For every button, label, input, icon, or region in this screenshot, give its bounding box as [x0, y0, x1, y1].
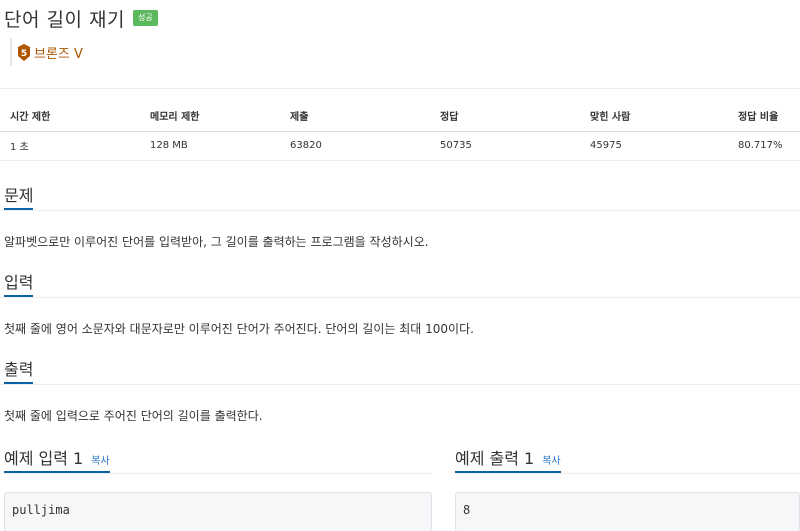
problem-description: 알파벳으로만 이루어진 단어를 입력받아, 그 길이를 출력하는 프로그램을 작… — [4, 235, 429, 249]
sample-output-heading: 예제 출력 1 복사 — [455, 445, 561, 473]
top-divider — [0, 88, 800, 89]
table-row: 1 초 128 MB 63820 50735 45975 80.717% — [0, 131, 800, 161]
value-submissions: 63820 — [280, 131, 430, 161]
sample-output-panel: 예제 출력 1 복사 8 — [455, 446, 800, 531]
output-section: 출력 첫째 줄에 입력으로 주어진 단어의 길이를 출력한다. — [0, 357, 800, 427]
copy-sample-input-button[interactable]: 복사 — [91, 456, 109, 467]
table-header-row: 시간 제한 메모리 제한 제출 정답 맞힌 사람 정답 비율 — [0, 100, 800, 132]
status-badge: 성공 — [132, 10, 158, 26]
sample-output-title: 예제 출력 1 — [455, 449, 535, 468]
tier-info[interactable]: 5 브론즈 V — [10, 38, 83, 66]
header-submissions: 제출 — [280, 100, 430, 132]
header-accepted: 정답 — [430, 100, 580, 132]
value-memory-limit: 128 MB — [140, 131, 280, 161]
title-row: 단어 길이 재기 성공 — [4, 4, 158, 32]
problem-info-table: 시간 제한 메모리 제한 제출 정답 맞힌 사람 정답 비율 1 초 128 M… — [0, 100, 800, 161]
problem-title: 단어 길이 재기 — [4, 8, 125, 31]
input-heading: 입력 — [4, 269, 34, 297]
output-section-header: 출력 — [0, 357, 800, 385]
input-section: 입력 첫째 줄에 영어 소문자와 대문자로만 이루어진 단어가 주어진다. 단어… — [0, 270, 800, 340]
problem-heading: 문제 — [4, 182, 34, 210]
tier-label[interactable]: 브론즈 V — [34, 43, 83, 62]
input-section-header: 입력 — [0, 270, 800, 298]
tier-number: 5 — [21, 49, 27, 59]
copy-sample-output-button[interactable]: 복사 — [542, 456, 560, 467]
value-time-limit: 1 초 — [0, 131, 140, 161]
problem-section: 문제 알파벳으로만 이루어진 단어를 입력받아, 그 길이를 출력하는 프로그램… — [0, 183, 800, 253]
output-description: 첫째 줄에 입력으로 주어진 단어의 길이를 출력한다. — [4, 409, 263, 423]
tier-badge-icon: 5 — [18, 43, 30, 61]
header-time-limit: 시간 제한 — [0, 100, 140, 132]
value-solved-users: 45975 — [580, 131, 728, 161]
output-heading: 출력 — [4, 356, 34, 384]
sample-input-box[interactable]: pulljima — [4, 492, 432, 531]
header-accept-ratio: 정답 비율 — [728, 100, 800, 132]
problem-section-header: 문제 — [0, 183, 800, 211]
sample-input-heading: 예제 입력 1 복사 — [4, 445, 110, 473]
header-solved-users: 맞힌 사람 — [580, 100, 728, 132]
value-accepted: 50735 — [430, 131, 580, 161]
header-memory-limit: 메모리 제한 — [140, 100, 280, 132]
sample-input-panel: 예제 입력 1 복사 pulljima — [4, 446, 432, 531]
sample-output-box[interactable]: 8 — [455, 492, 800, 531]
input-description: 첫째 줄에 영어 소문자와 대문자로만 이루어진 단어가 주어진다. 단어의 길… — [4, 322, 474, 336]
sample-output-header: 예제 출력 1 복사 — [455, 446, 800, 474]
sample-input-title: 예제 입력 1 — [4, 449, 84, 468]
value-accept-ratio: 80.717% — [728, 131, 800, 161]
sample-input-header: 예제 입력 1 복사 — [4, 446, 432, 474]
